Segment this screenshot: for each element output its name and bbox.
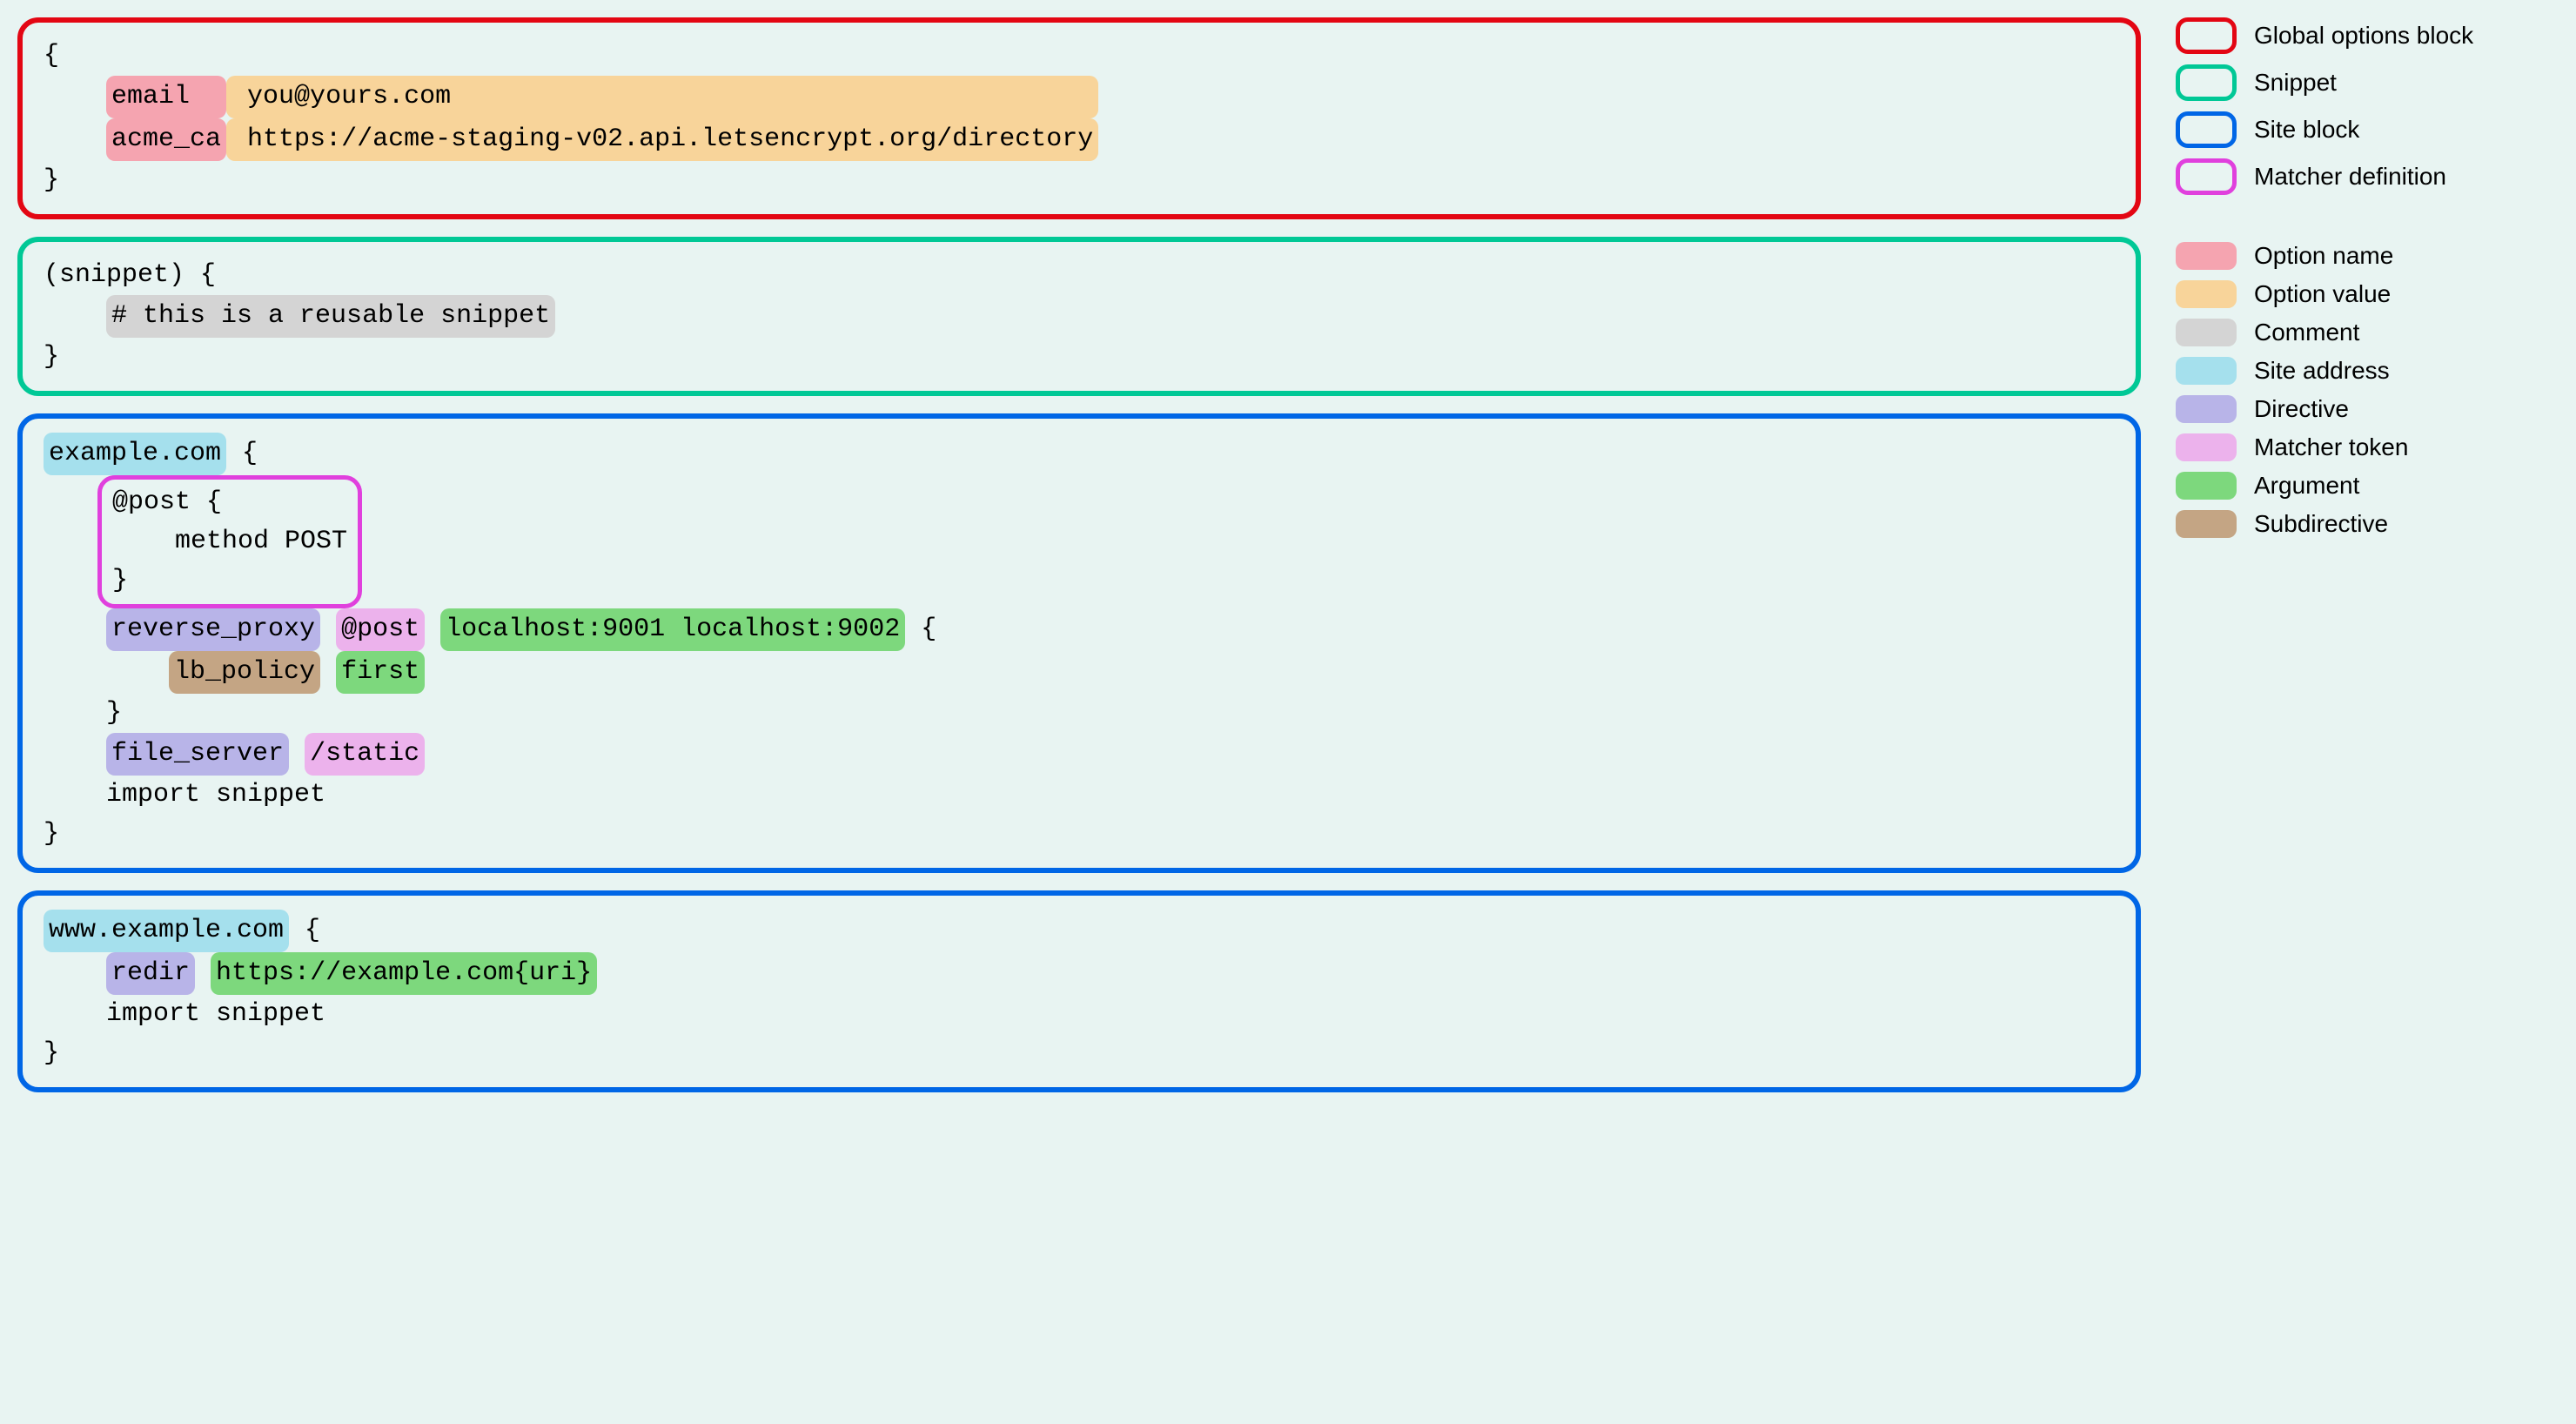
argument: localhost:9001 localhost:9002	[440, 608, 905, 651]
code-area: { email you@yours.com acme_ca https://ac…	[17, 17, 2141, 1092]
option-name: email	[106, 76, 226, 118]
legend-row-directive: Directive	[2176, 395, 2559, 423]
legend-label: Matcher token	[2254, 433, 2408, 461]
legend-label: Option name	[2254, 242, 2393, 270]
site-address: example.com	[44, 433, 226, 475]
legend-swatch-fill	[2176, 280, 2237, 308]
legend-row-matcher: Matcher definition	[2176, 158, 2559, 195]
legend-row-site: Site block	[2176, 111, 2559, 148]
brace-close: }	[44, 342, 59, 372]
import-line: import snippet	[44, 780, 325, 809]
legend-swatch-fill	[2176, 319, 2237, 346]
snippet-open: (snippet) {	[44, 260, 216, 290]
option-name: acme_ca	[106, 118, 226, 161]
legend-swatch-outline	[2176, 64, 2237, 101]
legend-label: Snippet	[2254, 69, 2337, 97]
brace-close: }	[44, 165, 59, 195]
legend-swatch-outline	[2176, 17, 2237, 54]
legend-swatch-fill	[2176, 357, 2237, 385]
matcher-token: @post	[336, 608, 425, 651]
legend-row-argument: Argument	[2176, 472, 2559, 500]
legend-label: Site address	[2254, 357, 2390, 385]
directive: redir	[106, 952, 195, 995]
legend-row-comment: Comment	[2176, 319, 2559, 346]
legend-label: Subdirective	[2254, 510, 2388, 538]
directive: file_server	[106, 733, 289, 776]
legend: Global options block Snippet Site block …	[2176, 17, 2559, 1092]
global-options-block: { email you@yours.com acme_ca https://ac…	[17, 17, 2141, 219]
brace-close: }	[44, 819, 59, 849]
option-value: you@yours.com	[226, 76, 1098, 118]
legend-swatch-fill	[2176, 510, 2237, 538]
legend-label: Comment	[2254, 319, 2359, 346]
legend-row-global: Global options block	[2176, 17, 2559, 54]
site-address: www.example.com	[44, 910, 289, 952]
snippet-block: (snippet) { # this is a reusable snippet…	[17, 237, 2141, 396]
argument: https://example.com{uri}	[211, 952, 597, 995]
brace-open: {	[44, 41, 59, 71]
legend-label: Matcher definition	[2254, 163, 2446, 191]
legend-swatch-outline	[2176, 111, 2237, 148]
legend-row-option-value: Option value	[2176, 280, 2559, 308]
matcher-token: /static	[305, 733, 425, 776]
matcher-definition: @post { method POST }	[97, 475, 362, 608]
legend-label: Option value	[2254, 280, 2391, 308]
directive: reverse_proxy	[106, 608, 320, 651]
option-value: https://acme-staging-v02.api.letsencrypt…	[226, 118, 1098, 161]
legend-label: Global options block	[2254, 22, 2473, 50]
subdirective: lb_policy	[169, 651, 320, 694]
comment: # this is a reusable snippet	[106, 295, 555, 338]
legend-label: Site block	[2254, 116, 2359, 144]
legend-swatch-fill	[2176, 433, 2237, 461]
legend-swatch-fill	[2176, 242, 2237, 270]
argument: first	[336, 651, 425, 694]
legend-swatch-fill	[2176, 395, 2237, 423]
legend-row-option-name: Option name	[2176, 242, 2559, 270]
site-block-1: example.com { @post { method POST } reve…	[17, 413, 2141, 873]
legend-swatch-fill	[2176, 472, 2237, 500]
legend-label: Directive	[2254, 395, 2349, 423]
import-line: import snippet	[44, 999, 325, 1029]
site-block-2: www.example.com { redir https://example.…	[17, 890, 2141, 1092]
legend-row-snippet: Snippet	[2176, 64, 2559, 101]
legend-spacer	[2176, 205, 2559, 232]
legend-label: Argument	[2254, 472, 2359, 500]
legend-row-site-address: Site address	[2176, 357, 2559, 385]
legend-swatch-outline	[2176, 158, 2237, 195]
legend-row-matcher-token: Matcher token	[2176, 433, 2559, 461]
legend-row-subdirective: Subdirective	[2176, 510, 2559, 538]
brace-close: }	[44, 1038, 59, 1068]
